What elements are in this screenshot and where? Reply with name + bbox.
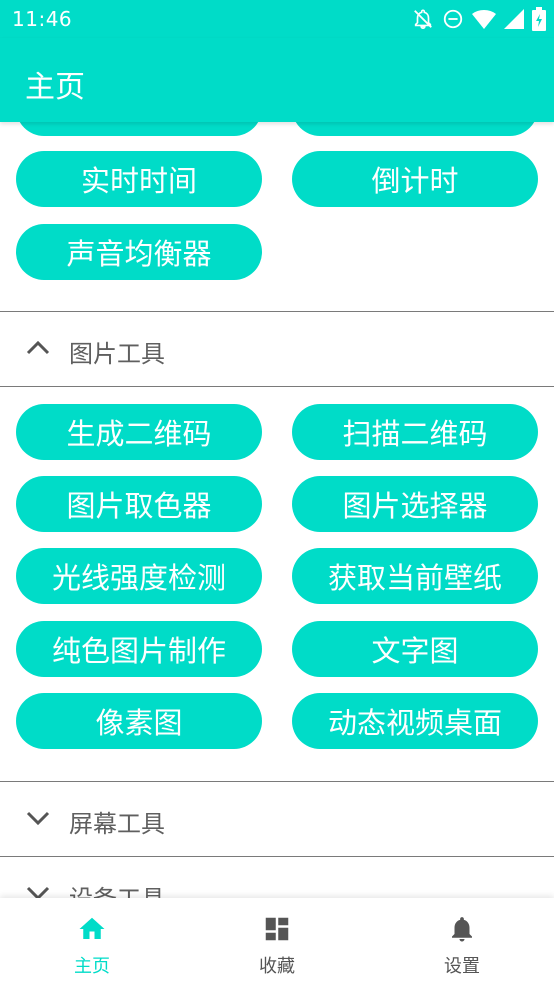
section-header-image-tools[interactable]: 图片工具	[0, 311, 554, 387]
tool-button-text-image[interactable]: 文字图	[292, 621, 538, 677]
tool-button-live-wallpaper[interactable]: 动态视频桌面	[292, 693, 538, 749]
dashboard-icon	[262, 914, 292, 944]
tool-button-pixel-art[interactable]: 像素图	[16, 693, 262, 749]
tool-button-hidden[interactable]	[292, 122, 538, 136]
battery-icon	[532, 7, 546, 31]
tool-button-get-wallpaper[interactable]: 获取当前壁纸	[292, 548, 538, 604]
page-title: 主页	[25, 70, 85, 105]
chevron-up-icon	[26, 336, 50, 360]
tool-button-image-selector[interactable]: 图片选择器	[292, 476, 538, 532]
nav-label: 设置	[444, 956, 480, 977]
nav-label: 收藏	[259, 956, 295, 977]
tool-button-solid-color-image[interactable]: 纯色图片制作	[16, 621, 262, 677]
status-icons	[412, 6, 546, 32]
tool-button-light-meter[interactable]: 光线强度检测	[16, 548, 262, 604]
bottom-navigation: 主页 收藏 设置	[0, 898, 554, 985]
nav-item-favorites[interactable]: 收藏	[185, 898, 369, 985]
chevron-down-icon	[26, 881, 50, 898]
nav-item-home[interactable]: 主页	[0, 898, 184, 985]
tool-button-scan-qr[interactable]: 扫描二维码	[292, 404, 538, 460]
section-title: 屏幕工具	[69, 810, 165, 838]
section-title: 图片工具	[69, 340, 165, 368]
tool-button-realtime-clock[interactable]: 实时时间	[16, 151, 262, 207]
section-header-screen-tools[interactable]: 屏幕工具	[0, 781, 554, 857]
app-bar: 主页	[0, 38, 554, 122]
tool-button-color-picker[interactable]: 图片取色器	[16, 476, 262, 532]
wifi-icon	[472, 8, 496, 30]
tool-button-hidden[interactable]	[16, 122, 262, 136]
tool-button-countdown[interactable]: 倒计时	[292, 151, 538, 207]
bell-off-icon	[412, 8, 434, 30]
chevron-down-icon	[26, 806, 50, 830]
home-icon	[77, 914, 107, 944]
status-bar: 11:46	[0, 0, 554, 38]
do-not-disturb-icon	[442, 8, 464, 30]
section-header-device-tools[interactable]: 设备工具	[0, 856, 554, 898]
section-title: 设备工具	[69, 879, 165, 898]
nav-label: 主页	[74, 956, 110, 977]
nav-item-settings[interactable]: 设置	[370, 898, 554, 985]
bell-icon	[447, 914, 477, 944]
tool-button-generate-qr[interactable]: 生成二维码	[16, 404, 262, 460]
status-time: 11:46	[12, 7, 73, 31]
tool-list[interactable]: 实时时间 倒计时 声音均衡器 图片工具 生成二维码 扫描二维码 图片取色器 图片…	[0, 122, 554, 898]
signal-icon	[504, 9, 524, 29]
tool-button-sound-equalizer[interactable]: 声音均衡器	[16, 224, 262, 280]
